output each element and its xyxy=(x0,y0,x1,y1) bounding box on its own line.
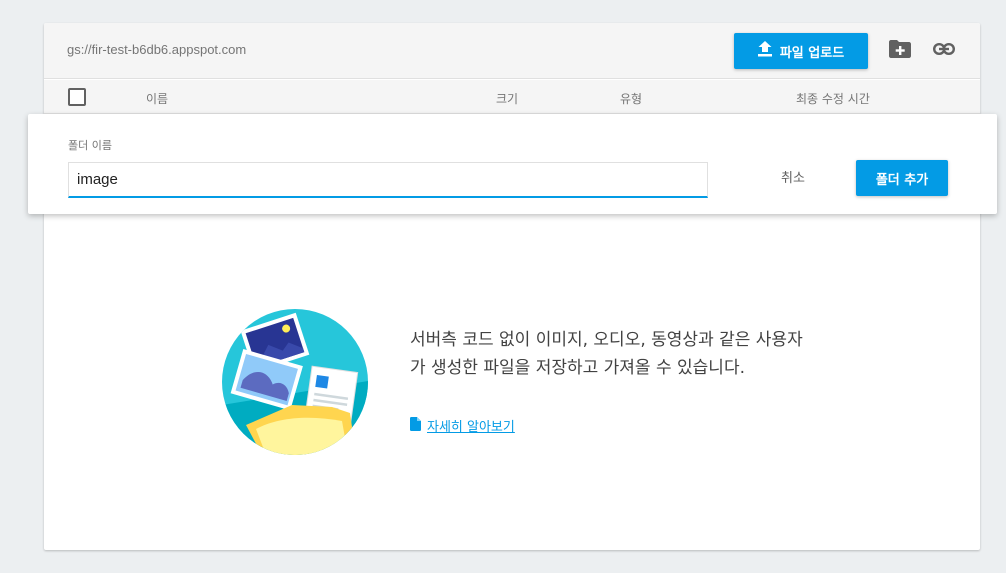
copy-link-button[interactable] xyxy=(932,39,956,63)
learn-more-label: 자세히 알아보기 xyxy=(427,420,515,435)
bucket-path[interactable]: gs://fir-test-b6db6.appspot.com xyxy=(67,42,246,57)
new-folder-button[interactable] xyxy=(888,39,912,63)
learn-more-link[interactable]: 자세히 알아보기 xyxy=(410,416,515,435)
column-header-size[interactable]: 크기 xyxy=(496,90,518,107)
folder-name-input[interactable] xyxy=(68,162,708,198)
storage-toolbar: gs://fir-test-b6db6.appspot.com 파일 업로드 xyxy=(44,23,980,79)
upload-arrow-icon xyxy=(757,41,772,61)
file-table-header: 이름 크기 유형 최종 수정 시간 xyxy=(44,80,980,114)
column-header-type[interactable]: 유형 xyxy=(620,90,642,107)
add-folder-button[interactable]: 폴더 추가 xyxy=(856,160,948,196)
column-header-modified[interactable]: 최종 수정 시간 xyxy=(796,90,870,107)
folder-name-label: 폴더 이름 xyxy=(68,139,112,152)
document-icon xyxy=(410,416,421,435)
upload-button-label: 파일 업로드 xyxy=(779,45,845,61)
folder-photos-illustration xyxy=(222,309,368,455)
link-icon xyxy=(933,42,956,60)
folder-plus-icon xyxy=(889,39,911,63)
column-header-name[interactable]: 이름 xyxy=(146,90,168,107)
new-folder-dialog: 폴더 이름 취소 폴더 추가 xyxy=(28,114,997,214)
select-all-checkbox[interactable] xyxy=(68,88,86,106)
upload-file-button[interactable]: 파일 업로드 xyxy=(734,33,868,69)
storage-files-card: gs://fir-test-b6db6.appspot.com 파일 업로드 이… xyxy=(44,23,980,550)
cancel-button[interactable]: 취소 xyxy=(764,162,822,190)
empty-state-message: 서버측 코드 없이 이미지, 오디오, 동영상과 같은 사용자가 생성한 파일을… xyxy=(410,330,803,378)
